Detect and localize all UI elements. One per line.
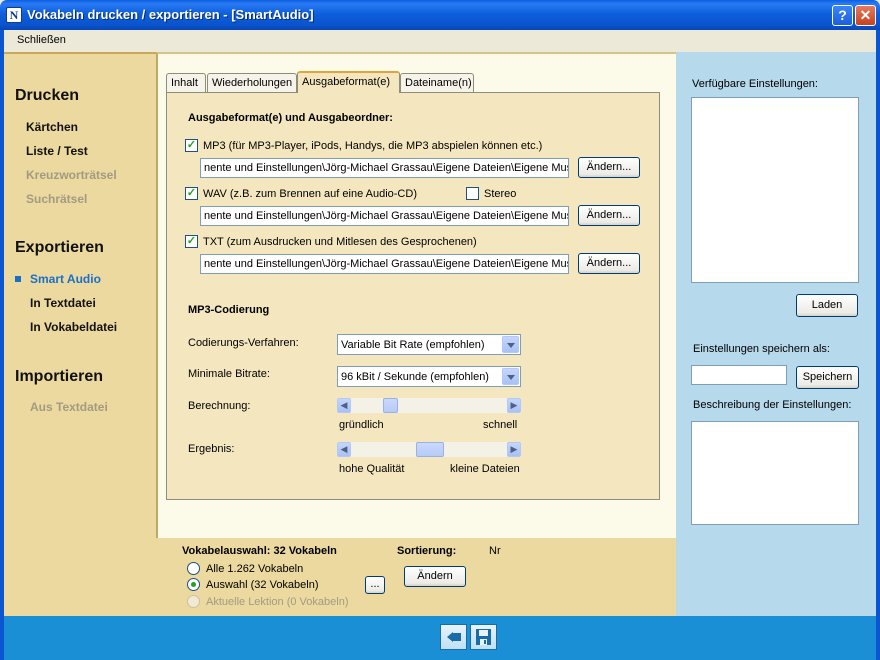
radio-all-label: Alle 1.262 Vokabeln — [206, 563, 304, 575]
available-settings-label: Verfügbare Einstellungen: — [692, 78, 818, 90]
chevron-down-icon[interactable] — [502, 368, 519, 385]
method-label: Codierungs-Verfahren: — [188, 337, 299, 349]
result-slider[interactable]: ◀ ▶ — [337, 442, 521, 457]
bitrate-value: 96 kBit / Sekunde (empfohlen) — [341, 371, 489, 383]
bitrate-select[interactable]: 96 kBit / Sekunde (empfohlen) — [337, 366, 521, 387]
available-settings-list[interactable] — [691, 97, 859, 283]
result-left-label: hohe Qualität — [339, 463, 405, 475]
nav-item-wordsearch: Suchrätsel — [26, 192, 88, 206]
calc-slider-thumb[interactable] — [383, 398, 398, 413]
nav-header-import: Importieren — [15, 368, 104, 385]
back-button[interactable] — [440, 624, 467, 650]
back-arrow-icon — [447, 632, 461, 642]
floppy-disk-icon — [476, 629, 491, 645]
calc-slider[interactable]: ◀ ▶ — [337, 398, 521, 413]
tab-repetitions[interactable]: Wiederholungen — [207, 73, 297, 92]
settings-name-input[interactable] — [691, 365, 787, 385]
calc-left-label: gründlich — [339, 419, 384, 431]
save-as-label: Einstellungen speichern als: — [693, 343, 830, 355]
arrow-right-icon[interactable]: ▶ — [507, 398, 521, 413]
radio-all[interactable] — [187, 562, 200, 575]
stereo-label: Stereo — [484, 188, 517, 200]
wav-label: WAV (z.B. zum Brennen auf eine Audio-CD) — [203, 188, 417, 200]
description-field[interactable] — [691, 421, 859, 525]
method-value: Variable Bit Rate (empfohlen) — [341, 339, 485, 351]
txt-change-button[interactable]: Ändern... — [578, 253, 640, 274]
nav-item-cards[interactable]: Kärtchen — [26, 120, 78, 134]
tab-content[interactable]: Inhalt — [166, 73, 206, 92]
choose-selection-button[interactable]: ... — [365, 576, 385, 594]
nav-item-list-test[interactable]: Liste / Test — [26, 144, 88, 158]
result-right-label: kleine Dateien — [450, 463, 520, 475]
mp3-label: MP3 (für MP3-Player, iPods, Handys, die … — [203, 140, 543, 152]
nav-header-print: Drucken — [15, 87, 80, 104]
settings-panel: Verfügbare Einstellungen: Laden Einstell… — [676, 52, 876, 616]
description-label: Beschreibung der Einstellungen: — [693, 399, 852, 411]
menu-bar: Schließen — [4, 30, 876, 52]
txt-label: TXT (zum Ausdrucken und Mitlesen des Ges… — [203, 236, 477, 248]
window-frame-right — [876, 30, 880, 660]
save-button[interactable]: Speichern — [796, 366, 859, 389]
arrow-left-icon[interactable]: ◀ — [337, 442, 351, 457]
radio-current-lesson — [187, 595, 200, 608]
radio-current-lesson-label: Aktuelle Lektion (0 Vokabeln) — [206, 596, 349, 608]
help-button[interactable]: ? — [832, 5, 853, 26]
calc-right-label: schnell — [483, 419, 518, 431]
nav-item-smart-audio[interactable]: Smart Audio — [30, 272, 101, 286]
sort-value: Nr — [489, 545, 501, 557]
txt-path-field[interactable]: nente und Einstellungen\Jörg-Michael Gra… — [200, 254, 569, 274]
nav-item-text-file[interactable]: In Textdatei — [30, 296, 96, 310]
result-label: Ergebnis: — [188, 443, 235, 455]
bitrate-label: Minimale Bitrate: — [188, 368, 270, 380]
nav-header-export: Exportieren — [15, 239, 104, 256]
vocab-selection-area: Vokabelauswahl: 32 Vokabeln Alle 1.262 V… — [156, 538, 676, 616]
wav-change-button[interactable]: Ändern... — [578, 205, 640, 226]
arrow-left-icon[interactable]: ◀ — [337, 398, 351, 413]
radio-selection[interactable] — [187, 578, 200, 591]
calc-label: Berechnung: — [188, 400, 251, 412]
save-disk-button[interactable] — [470, 624, 497, 650]
wav-path-field[interactable]: nente und Einstellungen\Jörg-Michael Gra… — [200, 206, 569, 226]
nav-item-vocab-file[interactable]: In Vokabeldatei — [30, 320, 117, 334]
output-section-title: Ausgabeformat(e) und Ausgabeordner: — [188, 112, 393, 124]
mp3-change-button[interactable]: Ändern... — [578, 157, 640, 178]
arrow-right-icon[interactable]: ▶ — [507, 442, 521, 457]
close-button[interactable]: ✕ — [855, 5, 876, 26]
wav-checkbox[interactable]: ✓ — [185, 187, 198, 200]
app-icon: N — [6, 7, 22, 23]
vocab-selection-title: Vokabelauswahl: 32 Vokabeln — [182, 545, 337, 557]
title-bar: N Vokabeln drucken / exportieren - [Smar… — [0, 0, 880, 30]
footer-bar — [4, 616, 876, 660]
mp3-section-title: MP3-Codierung — [188, 304, 270, 316]
stereo-checkbox[interactable] — [466, 187, 479, 200]
active-bullet-icon — [15, 276, 21, 282]
txt-checkbox[interactable]: ✓ — [185, 235, 198, 248]
sort-change-button[interactable]: Ändern — [404, 566, 466, 587]
tab-output-format[interactable]: Ausgabeformat(e) — [297, 71, 400, 93]
mp3-checkbox[interactable]: ✓ — [185, 139, 198, 152]
window-title: Vokabeln drucken / exportieren - [SmartA… — [27, 7, 314, 22]
sort-label: Sortierung: — [397, 545, 457, 557]
nav-item-import-text: Aus Textdatei — [30, 400, 108, 414]
left-navigation: Drucken Kärtchen Liste / Test Kreuzwortr… — [4, 52, 156, 616]
radio-selection-label: Auswahl (32 Vokabeln) — [206, 579, 319, 591]
menu-close[interactable]: Schließen — [17, 34, 66, 46]
result-slider-thumb[interactable] — [416, 442, 444, 457]
load-button[interactable]: Laden — [796, 294, 858, 317]
tab-filename[interactable]: Dateiname(n) — [400, 73, 474, 92]
chevron-down-icon[interactable] — [502, 336, 519, 353]
output-format-panel — [166, 92, 660, 500]
mp3-path-field[interactable]: nente und Einstellungen\Jörg-Michael Gra… — [200, 158, 569, 178]
nav-item-crossword: Kreuzworträtsel — [26, 168, 117, 182]
method-select[interactable]: Variable Bit Rate (empfohlen) — [337, 334, 521, 355]
